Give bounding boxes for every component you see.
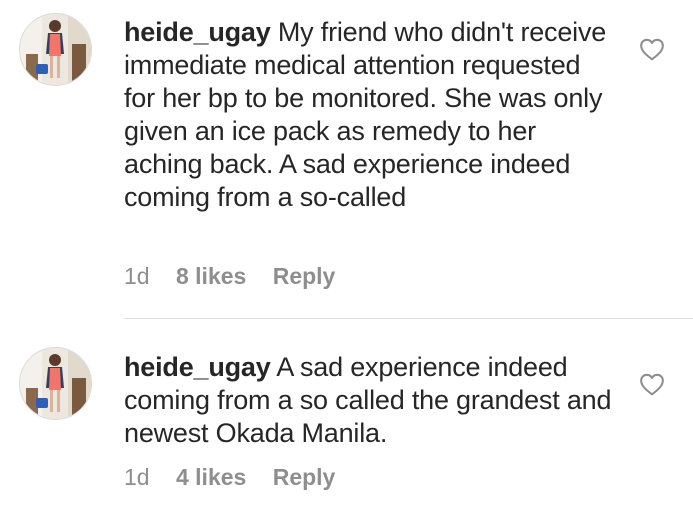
comment-likes-count[interactable]: 8 likes bbox=[176, 263, 246, 290]
comment-timestamp: 1d bbox=[124, 464, 150, 491]
profile-photo-icon bbox=[20, 14, 91, 85]
comment-username[interactable]: heide_ugay bbox=[124, 17, 271, 47]
comment-meta: 1d 4 likes Reply bbox=[124, 463, 335, 491]
reply-button[interactable]: Reply bbox=[273, 263, 336, 290]
reply-button[interactable]: Reply bbox=[273, 464, 336, 491]
comment-username[interactable]: heide_ugay bbox=[124, 352, 271, 382]
comment-item: heide_ugay A sad experience indeed comin… bbox=[0, 319, 693, 511]
heart-outline-icon[interactable] bbox=[639, 372, 665, 396]
comment-timestamp: 1d bbox=[124, 263, 150, 290]
heart-outline-icon[interactable] bbox=[639, 37, 665, 61]
avatar[interactable] bbox=[19, 13, 92, 86]
comment-meta: 1d 8 likes Reply bbox=[124, 262, 335, 290]
comment-item: heide_ugay My friend who didn't receive … bbox=[0, 0, 693, 318]
profile-photo-icon bbox=[20, 348, 91, 419]
comment-text: heide_ugay A sad experience indeed comin… bbox=[124, 351, 614, 450]
comment-text: heide_ugay My friend who didn't receive … bbox=[124, 16, 614, 214]
comment-likes-count[interactable]: 4 likes bbox=[176, 464, 246, 491]
avatar[interactable] bbox=[19, 347, 92, 420]
